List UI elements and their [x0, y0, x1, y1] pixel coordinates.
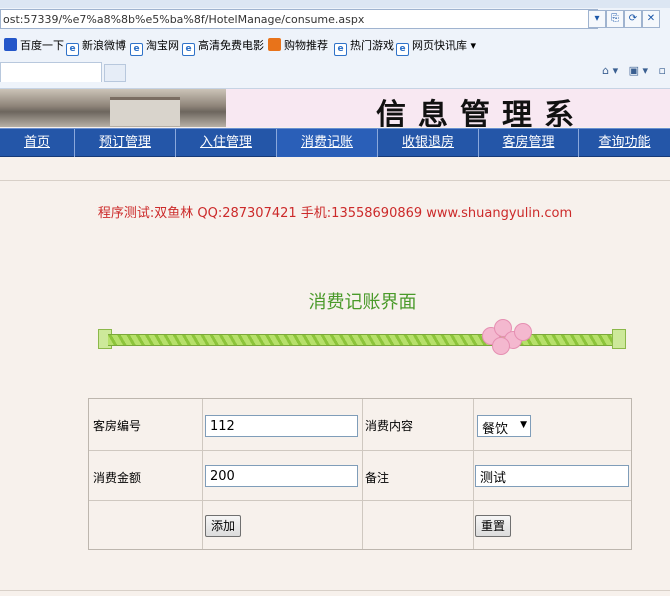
- nav-rooms[interactable]: 客房管理: [479, 129, 579, 157]
- banner-title: 信息管理系: [376, 98, 586, 127]
- favorite-label: 新浪微博: [82, 39, 126, 52]
- favorite-label: 热门游戏: [350, 39, 394, 52]
- address-url[interactable]: ost:57339/%e7%a8%8b%e5%ba%8f/HotelManage…: [3, 13, 364, 26]
- credit-text: 程序测试:双鱼林 QQ:287307421 手机:13558690869 www…: [97, 206, 573, 221]
- favorite-baidu[interactable]: 百度一下: [4, 37, 64, 53]
- divider: [0, 180, 670, 181]
- nav-consume[interactable]: 消费记账: [277, 129, 378, 157]
- nav-checkin[interactable]: 入住管理: [176, 129, 277, 157]
- favorite-sina[interactable]: e 新浪微博: [66, 37, 126, 56]
- consume-content-select[interactable]: 餐饮 ▼: [477, 415, 531, 437]
- favorite-shopping[interactable]: 购物推荐: [268, 37, 328, 53]
- divider: [0, 590, 670, 591]
- note-input[interactable]: [475, 465, 629, 487]
- command-bar: ⌂ ▾ ▣ ▾ ▫: [602, 64, 666, 80]
- ie-page-icon: e: [396, 43, 409, 56]
- add-button[interactable]: 添加: [205, 515, 242, 537]
- nav-reservation[interactable]: 预订管理: [75, 129, 176, 157]
- dangdang-icon: [268, 38, 281, 51]
- new-tab-button[interactable]: [104, 64, 126, 82]
- ie-page-icon: e: [66, 43, 79, 56]
- tab-bar: [0, 60, 670, 84]
- form-cell: [89, 501, 203, 549]
- nav-query[interactable]: 查询功能: [579, 129, 670, 157]
- nav-home[interactable]: 首页: [0, 129, 75, 157]
- consume-form: 客房编号 消费内容 餐饮 ▼ 消费金额 备注 添加 重置: [88, 398, 632, 550]
- refresh-icon[interactable]: ⟳: [624, 10, 642, 28]
- amount-input[interactable]: [205, 465, 358, 487]
- compatibility-view-icon[interactable]: ⎘: [606, 10, 624, 28]
- dropdown-icon[interactable]: ▾: [588, 10, 606, 28]
- decorative-ribbon: [98, 319, 626, 355]
- favorite-taobao[interactable]: e 淘宝网: [130, 37, 179, 56]
- room-number-label: 客房编号: [93, 419, 142, 433]
- stop-icon[interactable]: ✕: [642, 10, 660, 28]
- ie-page-icon: e: [334, 43, 347, 56]
- favorite-label: 百度一下: [20, 39, 64, 52]
- banner-image: [0, 89, 226, 127]
- favorite-games[interactable]: e 热门游戏: [334, 37, 394, 56]
- chevron-down-icon: ▼: [520, 420, 527, 430]
- blossom-icon: [476, 317, 538, 357]
- favorite-label: 高清免费电影: [198, 39, 264, 52]
- main-nav: 首页 预订管理 入住管理 消费记账 收银退房 客房管理 查询功能: [0, 128, 670, 157]
- favorite-label: 淘宝网: [146, 39, 179, 52]
- favorite-label: 网页快讯库 ▾: [412, 39, 477, 52]
- ie-page-icon: e: [182, 43, 195, 56]
- overflow-icon[interactable]: ▫: [659, 64, 666, 77]
- baidu-icon: [4, 38, 17, 51]
- form-cell: [363, 501, 474, 549]
- nav-checkout[interactable]: 收银退房: [378, 129, 479, 157]
- page-title: 消费记账界面: [308, 292, 417, 313]
- tab-current[interactable]: [0, 62, 102, 82]
- ribbon-end-right: [612, 329, 626, 349]
- consume-content-value: 餐饮: [482, 422, 509, 437]
- room-number-input[interactable]: [205, 415, 358, 437]
- banner-title-area: 信息管理系: [226, 89, 670, 127]
- address-bar[interactable]: ost:57339/%e7%a8%8b%e5%ba%8f/HotelManage…: [0, 9, 598, 29]
- building-image: [110, 97, 180, 126]
- favorites-bar: 百度一下 e 新浪微博 e 淘宝网 e 高清免费电影 购物推荐 e 热门游戏 e 网页快讯…: [0, 34, 670, 56]
- favorite-webslices[interactable]: e 网页快讯库 ▾: [396, 37, 477, 56]
- browser-chrome: ost:57339/%e7%a8%8b%e5%ba%8f/HotelManage…: [0, 0, 670, 89]
- reset-button[interactable]: 重置: [475, 515, 512, 537]
- amount-label: 消费金额: [93, 471, 142, 485]
- title-bar: [0, 0, 670, 8]
- favorite-movies[interactable]: e 高清免费电影: [182, 37, 264, 56]
- consume-content-label: 消费内容: [365, 419, 414, 433]
- ie-page-icon: e: [130, 43, 143, 56]
- favorite-label: 购物推荐: [284, 39, 328, 52]
- ribbon-rope: [108, 334, 616, 346]
- note-label: 备注: [365, 471, 390, 485]
- site-banner: 信息管理系: [0, 89, 670, 127]
- feeds-icon[interactable]: ▣ ▾: [629, 64, 648, 77]
- home-icon[interactable]: ⌂ ▾: [602, 64, 618, 77]
